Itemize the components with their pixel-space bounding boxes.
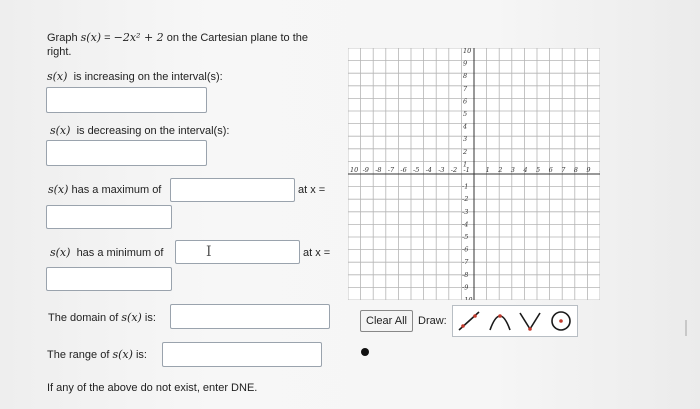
- clear-all-button[interactable]: Clear All: [360, 310, 413, 332]
- y-tick-label: -6: [462, 246, 468, 254]
- x-tick-label: 5: [536, 166, 540, 174]
- range-input[interactable]: [162, 342, 322, 367]
- increasing-prompt: s(x) is increasing on the interval(s):: [47, 70, 223, 83]
- minimum-prompt: s(x) has a minimum of: [50, 246, 164, 259]
- text-cursor-icon: I: [206, 244, 212, 260]
- maximum-value-input[interactable]: [170, 178, 295, 202]
- maximum-x-input[interactable]: [46, 205, 172, 229]
- divider: [685, 320, 687, 336]
- x-tick-label: -5: [413, 166, 419, 174]
- maximum-at-x-label: at x =: [298, 184, 326, 196]
- draw-label: Draw:: [418, 315, 447, 327]
- x-tick-label: 2: [497, 166, 502, 174]
- y-tick-label: 4: [462, 123, 467, 131]
- increasing-input[interactable]: [46, 87, 207, 113]
- x-tick-label: 9: [586, 166, 590, 174]
- range-prompt: The range of s(x) is:: [47, 348, 147, 361]
- x-tick-label: -4: [426, 166, 432, 174]
- point-tool-icon[interactable]: [361, 348, 369, 356]
- y-tick-label: -9: [462, 283, 468, 291]
- maximum-prompt: s(x) has a maximum of: [48, 183, 162, 196]
- minimum-at-x-label: at x =: [303, 247, 331, 259]
- y-tick-label: -10: [462, 296, 472, 300]
- x-tick-label: -8: [375, 166, 381, 174]
- draw-toolbar: [452, 305, 578, 337]
- x-tick-label: 3: [511, 166, 515, 174]
- x-tick-label: -3: [438, 166, 444, 174]
- minimum-x-input[interactable]: [46, 267, 172, 291]
- x-tick-label: 10: [350, 166, 358, 174]
- domain-prompt: The domain of s(x) is:: [48, 311, 156, 324]
- x-tick-label: 4: [522, 166, 527, 174]
- x-tick-label: -7: [388, 166, 395, 174]
- x-tick-label: 8: [574, 166, 578, 174]
- y-tick-label: 1: [463, 160, 467, 168]
- x-tick-label: 10: [599, 166, 600, 174]
- y-tick-label: -1: [462, 183, 468, 191]
- line-tool-icon[interactable]: [455, 308, 483, 334]
- minimum-value-input[interactable]: I: [175, 240, 300, 264]
- domain-input[interactable]: [170, 304, 330, 329]
- decreasing-prompt: s(x) is decreasing on the interval(s):: [50, 124, 230, 137]
- x-tick-label: 1: [486, 166, 490, 174]
- y-tick-label: 5: [463, 110, 467, 118]
- x-tick-label: -9: [363, 166, 369, 174]
- question-text: Graph s(x) = −2x² + 2 on the Cartesian p…: [47, 31, 308, 58]
- decreasing-input[interactable]: [46, 140, 207, 166]
- y-tick-label: 3: [463, 135, 467, 143]
- y-tick-label: 2: [462, 148, 467, 156]
- circle-tool-icon[interactable]: [547, 308, 575, 334]
- y-tick-label: 6: [463, 97, 467, 105]
- y-tick-label: 10: [463, 48, 471, 55]
- y-tick-label: 9: [463, 60, 467, 68]
- cartesian-plane[interactable]: 10-9-8-7-6-5-4-3-2-112345678910 10987654…: [348, 48, 600, 300]
- y-tick-label: -5: [462, 233, 468, 241]
- question-page: Graph s(x) = −2x² + 2 on the Cartesian p…: [0, 0, 700, 409]
- x-tick-label: 6: [549, 166, 553, 174]
- y-tick-label: -4: [462, 220, 468, 228]
- y-tick-label: -7: [462, 258, 469, 266]
- x-tick-label: -2: [451, 166, 457, 174]
- dne-note: If any of the above do not exist, enter …: [47, 382, 258, 394]
- y-tick-label: -3: [462, 208, 468, 216]
- y-tick-label: -8: [462, 271, 468, 279]
- y-tick-label: -2: [462, 195, 468, 203]
- y-tick-label: 8: [463, 72, 467, 80]
- parabola-up-tool-icon[interactable]: [486, 308, 514, 334]
- vee-tool-icon[interactable]: [516, 308, 544, 334]
- x-tick-label: -6: [400, 166, 406, 174]
